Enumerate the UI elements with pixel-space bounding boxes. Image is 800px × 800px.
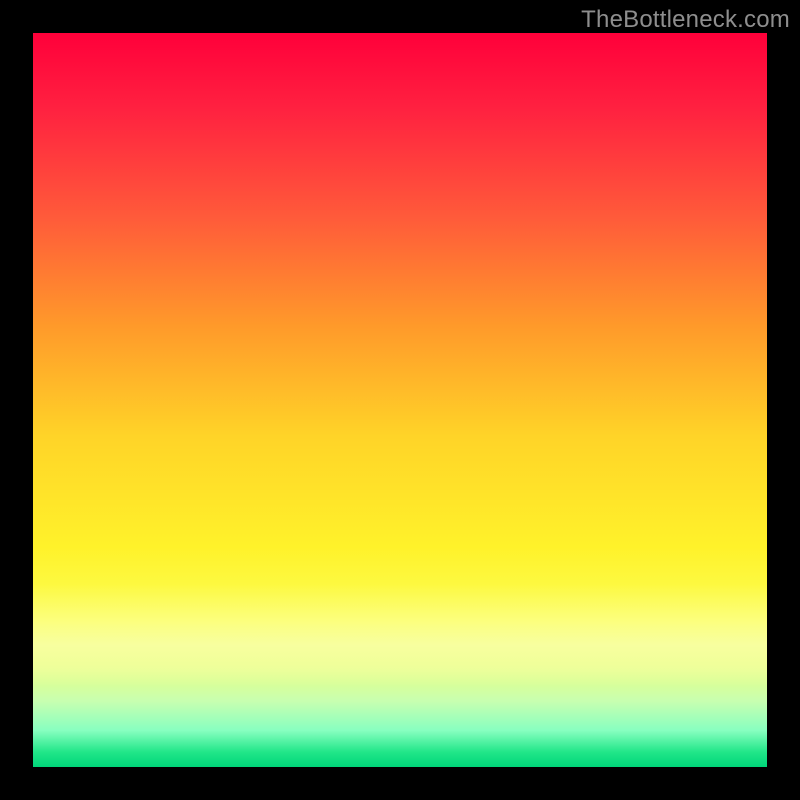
plot-area xyxy=(33,33,767,767)
watermark-text: TheBottleneck.com xyxy=(581,6,790,34)
pale-band xyxy=(33,584,767,687)
chart-frame: TheBottleneck.com xyxy=(0,0,800,800)
